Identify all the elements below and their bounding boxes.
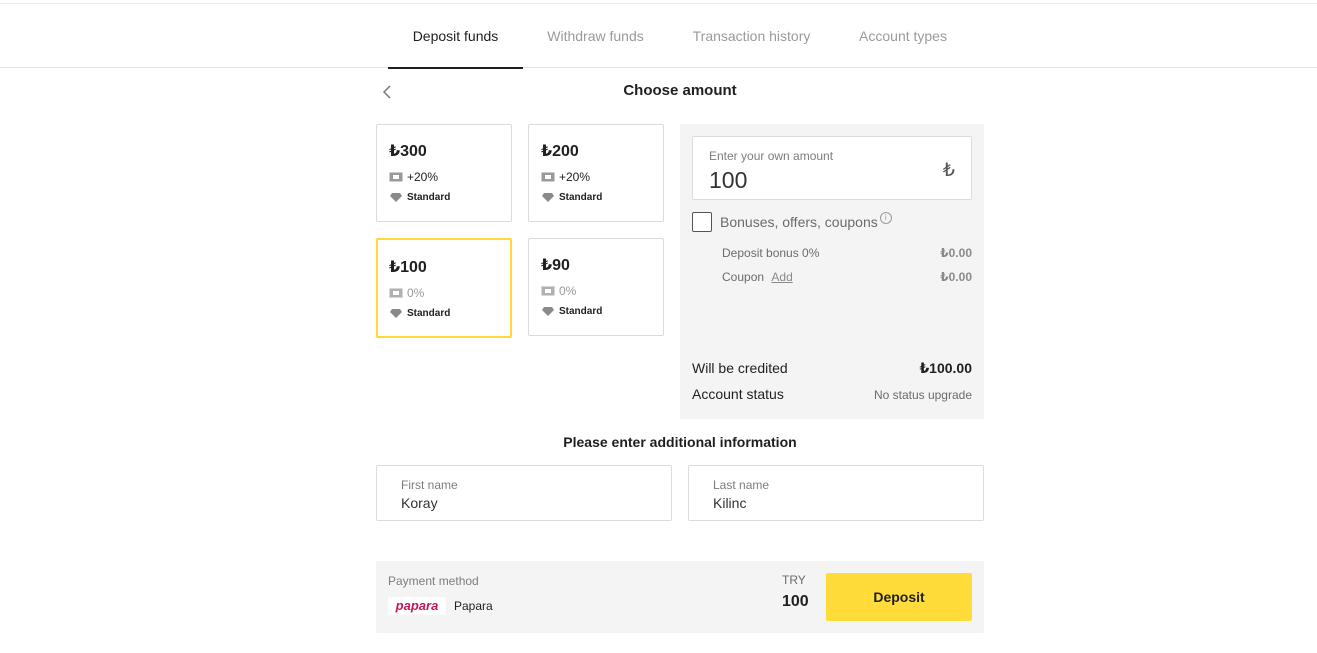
amount-value: ₺90 xyxy=(541,257,570,274)
bonuses-checkbox-row[interactable]: Bonuses, offers, coupons i xyxy=(692,212,892,232)
tab-deposit-funds[interactable]: Deposit funds xyxy=(388,4,523,69)
bonus-row: +20% xyxy=(541,170,590,184)
own-amount-value[interactable]: 100 xyxy=(709,167,747,194)
ticket-icon xyxy=(541,172,555,182)
diamond-icon xyxy=(390,309,402,318)
credited-row: Will be credited ₺100.00 xyxy=(692,360,972,376)
account-type: Standard xyxy=(407,308,451,319)
amount-card-300[interactable]: ₺300 +20% Standard xyxy=(376,124,512,222)
own-amount-label: Enter your own amount xyxy=(709,149,834,163)
bonus-row: +20% xyxy=(389,170,438,184)
ticket-icon xyxy=(541,286,555,296)
payment-amount: 100 xyxy=(782,593,809,610)
tab-transaction-history[interactable]: Transaction history xyxy=(683,4,820,68)
tab-account-types[interactable]: Account types xyxy=(850,4,956,68)
lira-icon: ₺ xyxy=(942,160,955,181)
account-status-value: No status upgrade xyxy=(873,388,972,402)
deposit-bonus-value: ₺0.00 xyxy=(940,246,972,260)
first-name-value[interactable]: Koray xyxy=(401,495,438,511)
account-type: Standard xyxy=(407,192,451,203)
bonuses-label: Bonuses, offers, coupons xyxy=(720,214,878,230)
account-row: Standard xyxy=(390,308,450,319)
amount-value: ₺300 xyxy=(389,143,427,160)
first-name-field[interactable]: First name Koray xyxy=(376,465,672,521)
bonus-value: +20% xyxy=(407,170,439,184)
diamond-icon xyxy=(542,307,554,316)
last-name-value[interactable]: Kilinc xyxy=(713,495,746,511)
info-icon[interactable]: i xyxy=(879,212,892,224)
account-status-label: Account status xyxy=(692,386,784,402)
last-name-field[interactable]: Last name Kilinc xyxy=(688,465,984,521)
summary-panel: Enter your own amount 100 ₺ Bonuses, off… xyxy=(680,124,984,419)
diamond-icon xyxy=(542,193,554,202)
amount-value: ₺200 xyxy=(541,143,579,160)
account-row: Standard xyxy=(542,192,602,203)
account-type: Standard xyxy=(559,192,603,203)
tab-withdraw-funds[interactable]: Withdraw funds xyxy=(538,4,653,68)
own-amount-input[interactable]: Enter your own amount 100 ₺ xyxy=(692,136,972,200)
bonus-row: 0% xyxy=(389,286,424,300)
coupon-row: Coupon Add ₺0.00 xyxy=(722,270,972,284)
payment-method-name: Papara xyxy=(454,599,493,613)
bonus-value: 0% xyxy=(407,286,425,300)
last-name-label: Last name xyxy=(713,478,770,492)
amount-value: ₺100 xyxy=(389,259,427,276)
diamond-icon xyxy=(390,193,402,202)
payment-bar: Payment method papara Papara TRY 100 Dep… xyxy=(376,561,984,633)
coupon-value: ₺0.00 xyxy=(940,270,972,284)
coupon-add-link[interactable]: Add xyxy=(771,270,792,284)
bonus-row: 0% xyxy=(541,284,576,298)
account-type: Standard xyxy=(559,306,603,317)
payment-method-label: Payment method xyxy=(388,574,479,588)
bonus-value: +20% xyxy=(559,170,591,184)
amount-card-200[interactable]: ₺200 +20% Standard xyxy=(528,124,664,222)
tab-bar: Deposit funds Withdraw funds Transaction… xyxy=(0,4,1317,69)
credited-value: ₺100.00 xyxy=(919,360,972,376)
deposit-bonus-label: Deposit bonus 0% xyxy=(722,246,820,260)
first-name-label: First name xyxy=(401,478,458,492)
additional-info-title: Please enter additional information xyxy=(563,434,797,450)
account-row: Standard xyxy=(542,306,602,317)
amount-card-90[interactable]: ₺90 0% Standard xyxy=(528,238,664,336)
deposit-button[interactable]: Deposit xyxy=(826,573,972,621)
amount-card-100[interactable]: ₺100 0% Standard xyxy=(376,238,512,338)
currency-code: TRY xyxy=(782,573,806,587)
bonuses-checkbox[interactable] xyxy=(692,212,712,232)
papara-logo: papara xyxy=(388,597,446,615)
deposit-bonus-row: Deposit bonus 0% ₺0.00 xyxy=(722,246,972,260)
page-title: Choose amount xyxy=(623,82,737,99)
account-status-row: Account status No status upgrade xyxy=(692,386,972,402)
ticket-icon xyxy=(389,172,403,182)
credited-label: Will be credited xyxy=(692,360,788,376)
account-row: Standard xyxy=(390,192,450,203)
coupon-label: Coupon xyxy=(722,270,765,284)
bonus-value: 0% xyxy=(559,284,577,298)
ticket-icon xyxy=(389,288,403,298)
back-chevron-icon[interactable] xyxy=(378,82,398,102)
